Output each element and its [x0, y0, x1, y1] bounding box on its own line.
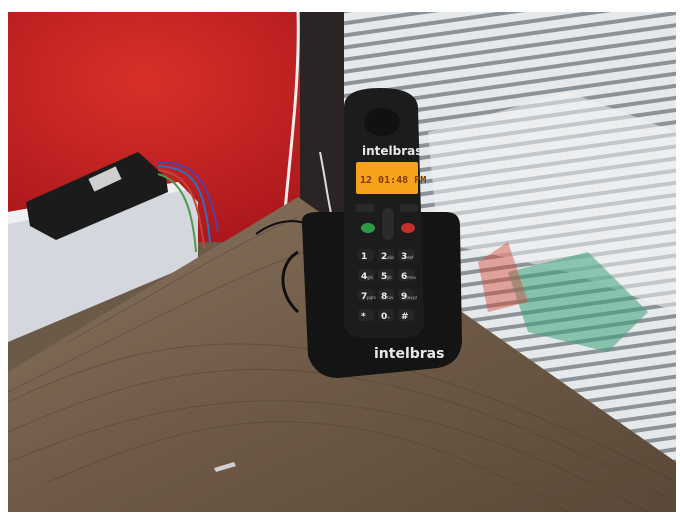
key-sublabel: pqrs — [367, 295, 376, 300]
earpiece — [364, 108, 400, 136]
key-sublabel: ghi — [367, 275, 373, 280]
call-key[interactable] — [361, 223, 375, 233]
handset: intelbras 12 01:48 PM 1 2 abc 3 def4 ghi 5 jkl 6… — [344, 88, 426, 338]
key-label: * — [361, 312, 366, 322]
nav-rocker[interactable] — [382, 208, 394, 240]
key-sublabel: tuv — [387, 295, 394, 300]
key-sublabel: + — [387, 315, 390, 320]
lcd-text: 12 01:48 PM — [360, 175, 426, 186]
key-sublabel: abc — [387, 255, 394, 260]
key-sublabel: jkl — [386, 275, 392, 280]
key-sublabel: mno — [407, 275, 416, 280]
key-label: 1 — [361, 252, 367, 262]
end-key[interactable] — [401, 223, 415, 233]
key-sublabel: def — [407, 255, 414, 260]
base-brand: intelbras — [374, 346, 444, 362]
back-key[interactable] — [400, 204, 418, 212]
window-frame — [300, 12, 344, 227]
menu-key[interactable] — [356, 204, 374, 212]
scene-svg: intelbras intelbras 12 01:48 PM 1 2 abc 3 de… — [8, 12, 676, 512]
photo: intelbras intelbras 12 01:48 PM 1 2 abc 3 de… — [8, 12, 676, 512]
key-label: # — [401, 312, 409, 322]
handset-brand: intelbras — [362, 144, 422, 158]
key-sublabel: wxyz — [407, 295, 417, 300]
